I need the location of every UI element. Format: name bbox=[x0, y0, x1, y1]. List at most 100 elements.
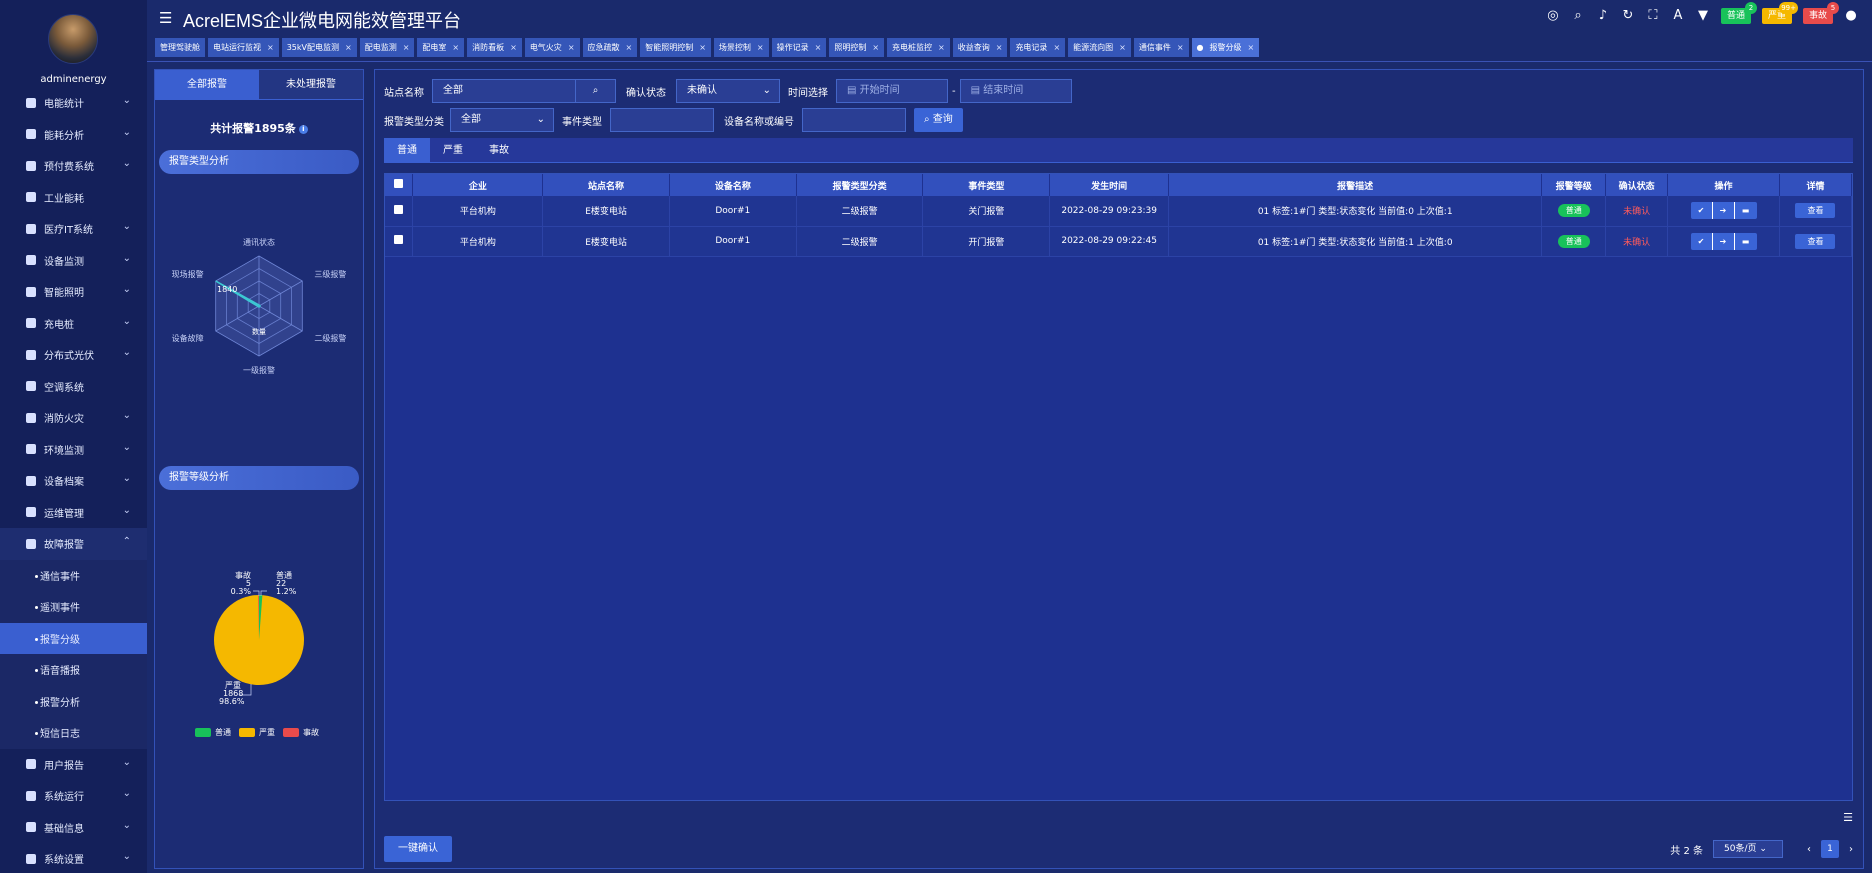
page-tab[interactable]: 充电桩监控 × bbox=[887, 38, 950, 57]
select-all-checkbox[interactable] bbox=[385, 174, 414, 196]
refresh-icon[interactable]: ↻ bbox=[1621, 9, 1635, 23]
menu-item-fault-alarm[interactable]: 故障报警 ⌃ bbox=[0, 528, 147, 560]
submenu-alarm-analysis[interactable]: 报警分析 bbox=[0, 685, 147, 717]
info-icon[interactable]: i bbox=[298, 124, 308, 134]
close-icon[interactable]: × bbox=[345, 38, 352, 57]
page-tab[interactable]: 照明控制 × bbox=[829, 38, 885, 57]
font-size-icon[interactable]: A bbox=[1671, 9, 1685, 23]
legend-severe[interactable]: 严重 bbox=[239, 727, 275, 738]
close-icon[interactable]: × bbox=[699, 38, 706, 57]
close-icon[interactable]: × bbox=[1119, 38, 1126, 57]
search-icon[interactable]: ⌕ bbox=[1571, 9, 1585, 23]
menu-item-industrial[interactable]: 工业能耗 bbox=[0, 182, 147, 214]
confirm-check-icon[interactable]: ✔ bbox=[1691, 202, 1713, 220]
list-toggle-icon[interactable]: ☰ bbox=[1843, 811, 1853, 824]
page-tab[interactable]: 配电室 × bbox=[417, 38, 465, 57]
page-tab[interactable]: 消防看板 × bbox=[467, 38, 522, 57]
next-page-icon[interactable]: › bbox=[1849, 844, 1853, 855]
menu-toggle-icon[interactable]: ☰ bbox=[159, 9, 172, 27]
tab-unhandled-alarms[interactable]: 未处理报警 bbox=[259, 70, 363, 100]
menu-item-fire[interactable]: 消防火灾 ⌄ bbox=[0, 402, 147, 434]
event-type-input[interactable] bbox=[610, 108, 714, 132]
close-icon[interactable]: × bbox=[872, 38, 879, 57]
close-icon[interactable]: × bbox=[938, 38, 945, 57]
menu-item-hvac[interactable]: 空调系统 bbox=[0, 371, 147, 403]
video-icon[interactable]: ▬ bbox=[1735, 202, 1757, 219]
table-row[interactable]: 平台机构 E楼变电站 Door#1 二级报警 开门报警 2022-08-29 0… bbox=[385, 226, 1853, 257]
menu-item-pv[interactable]: 分布式光伏 ⌄ bbox=[0, 339, 147, 371]
menu-item-system-run[interactable]: 系统运行 ⌄ bbox=[0, 780, 147, 812]
badge-severe[interactable]: 严重 99+ bbox=[1761, 2, 1798, 24]
menu-item-medical-it[interactable]: 医疗IT系统 ⌄ bbox=[0, 213, 147, 245]
submenu-voice-broadcast[interactable]: 语音播报 bbox=[0, 654, 147, 686]
row-checkbox[interactable] bbox=[385, 226, 414, 257]
page-tab[interactable]: ● 报警分级 × bbox=[1191, 38, 1260, 57]
confirm-select[interactable]: 未确认 ⌄ bbox=[676, 79, 780, 103]
tab-normal[interactable]: 普通 bbox=[384, 138, 430, 162]
site-search-icon[interactable]: ⌕ bbox=[576, 79, 616, 103]
video-icon[interactable]: ▬ bbox=[1735, 233, 1757, 250]
menu-item-environment[interactable]: 环境监测 ⌄ bbox=[0, 434, 147, 466]
menu-item-consumption[interactable]: 能耗分析 ⌄ bbox=[0, 119, 147, 151]
legend-normal[interactable]: 普通 bbox=[195, 727, 231, 738]
page-tab[interactable]: 场景控制 × bbox=[713, 38, 769, 57]
close-icon[interactable]: × bbox=[815, 38, 822, 57]
page-tab[interactable]: 智能照明控制 × bbox=[640, 38, 711, 57]
page-tab[interactable]: 能源流向图 × bbox=[1068, 38, 1131, 57]
page-tab[interactable]: 电站运行监视 × bbox=[208, 38, 279, 57]
page-size-select[interactable]: 50条/页 ⌄ bbox=[1713, 840, 1783, 858]
menu-item-charging[interactable]: 充电桩 ⌄ bbox=[0, 308, 147, 340]
view-button[interactable]: 查看 bbox=[1795, 203, 1836, 219]
start-time-input[interactable]: ▤ 开始时间 bbox=[836, 79, 948, 103]
close-icon[interactable]: × bbox=[996, 38, 1003, 57]
row-checkbox[interactable] bbox=[385, 196, 414, 227]
menu-item-device-monitor[interactable]: 设备监测 ⌄ bbox=[0, 245, 147, 277]
avatar[interactable] bbox=[48, 14, 98, 64]
submenu-sms-log[interactable]: 短信日志 bbox=[0, 717, 147, 749]
badge-normal[interactable]: 普通 2 bbox=[1720, 2, 1757, 24]
site-select[interactable]: 全部 bbox=[432, 79, 576, 103]
close-icon[interactable]: × bbox=[1177, 38, 1184, 57]
close-icon[interactable]: × bbox=[1053, 38, 1060, 57]
shirt-icon[interactable]: ▼ bbox=[1696, 9, 1710, 23]
close-icon[interactable]: × bbox=[267, 38, 274, 57]
page-tab[interactable]: 操作记录 × bbox=[771, 38, 827, 57]
menu-item-operations[interactable]: 运维管理 ⌄ bbox=[0, 497, 147, 529]
menu-item-energy-stats[interactable]: 电能统计 ⌄ bbox=[0, 87, 147, 119]
submenu-alarm-grading[interactable]: 报警分级 bbox=[0, 622, 147, 654]
page-tab[interactable]: 电气火灾 × bbox=[524, 38, 580, 57]
page-tab[interactable]: 管理驾驶舱 bbox=[155, 38, 205, 57]
exit-icon[interactable]: ➔ bbox=[1713, 202, 1735, 220]
page-tab[interactable]: 应急疏散 × bbox=[582, 38, 638, 57]
view-button[interactable]: 查看 bbox=[1795, 233, 1836, 249]
prev-page-icon[interactable]: ‹ bbox=[1807, 844, 1811, 855]
user-icon[interactable]: ● bbox=[1844, 9, 1858, 23]
tab-accident[interactable]: 事故 bbox=[476, 138, 522, 162]
menu-item-lighting[interactable]: 智能照明 ⌄ bbox=[0, 276, 147, 308]
type-select[interactable]: 全部 ⌄ bbox=[450, 108, 554, 132]
volume-icon[interactable]: ♪ bbox=[1596, 9, 1610, 23]
close-icon[interactable]: × bbox=[403, 38, 410, 57]
lifebuoy-icon[interactable]: ◎ bbox=[1546, 9, 1560, 23]
page-tab[interactable]: 收益查询 × bbox=[952, 38, 1008, 57]
menu-item-archive[interactable]: 设备档案 ⌄ bbox=[0, 465, 147, 497]
query-button[interactable]: ⌕ 查询 bbox=[914, 108, 963, 132]
close-icon[interactable]: × bbox=[626, 38, 633, 57]
device-input[interactable] bbox=[802, 108, 906, 132]
tab-severe[interactable]: 严重 bbox=[430, 138, 476, 162]
tab-all-alarms[interactable]: 全部报警 bbox=[155, 70, 259, 100]
close-icon[interactable]: × bbox=[510, 38, 517, 57]
menu-item-settings[interactable]: 系统设置 ⌄ bbox=[0, 843, 147, 873]
legend-accident[interactable]: 事故 bbox=[283, 727, 319, 738]
page-tab[interactable]: 通信事件 × bbox=[1133, 38, 1189, 57]
confirm-check-icon[interactable]: ✔ bbox=[1691, 232, 1713, 250]
page-number[interactable]: 1 bbox=[1821, 840, 1839, 858]
menu-item-prepaid[interactable]: 预付费系统 ⌄ bbox=[0, 150, 147, 182]
end-time-input[interactable]: ▤ 结束时间 bbox=[959, 79, 1072, 103]
submenu-telemetry-events[interactable]: 遥测事件 bbox=[0, 591, 147, 623]
exit-icon[interactable]: ➔ bbox=[1713, 232, 1735, 250]
badge-accident[interactable]: 事故 5 bbox=[1802, 2, 1839, 24]
table-row[interactable]: 平台机构 E楼变电站 Door#1 二级报警 关门报警 2022-08-29 0… bbox=[385, 196, 1853, 227]
close-icon[interactable]: × bbox=[568, 38, 575, 57]
submenu-comm-events[interactable]: 通信事件 bbox=[0, 559, 147, 591]
